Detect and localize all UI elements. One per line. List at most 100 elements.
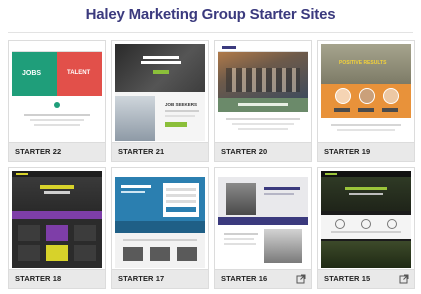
thumb-button <box>358 108 374 112</box>
thumb-hero-heading <box>141 61 181 64</box>
external-link-icon[interactable] <box>296 274 306 284</box>
starter-19-thumbnail[interactable]: POSITIVE RESULTS <box>321 44 411 141</box>
starter-15-thumbnail[interactable] <box>321 171 411 268</box>
thumb-hero-overlay <box>115 44 205 92</box>
card-label-bar: STARTER 22 <box>9 142 105 161</box>
thumb-band-text <box>238 103 288 106</box>
thumb-tile <box>74 225 96 241</box>
card-label: STARTER 19 <box>324 147 371 156</box>
thumb-tile <box>74 245 96 261</box>
card-label-bar: STARTER 16 <box>215 269 311 288</box>
thumb-form-field <box>166 200 196 203</box>
thumb-text-line <box>30 119 84 121</box>
thumb-button <box>382 108 398 112</box>
thumb-hero-text <box>121 185 151 188</box>
thumb-tile <box>46 225 68 241</box>
thumb-text-line <box>165 115 195 117</box>
thumb-hero-text <box>264 193 294 195</box>
page-title: Haley Marketing Group Starter Sites <box>85 6 336 23</box>
thumb-button <box>334 108 350 112</box>
thumb-text-line <box>34 124 80 126</box>
thumb-hero-text <box>40 185 74 189</box>
title-divider <box>8 32 413 33</box>
thumb-hero-people <box>226 68 300 92</box>
thumb-hero-text <box>44 191 70 194</box>
thumb-icon <box>361 219 371 229</box>
starter-card-22[interactable]: JOBS TALENT STARTER 22 <box>8 40 106 162</box>
thumb-tile <box>18 245 40 261</box>
card-label: STARTER 18 <box>15 274 62 283</box>
thumb-text-line <box>226 118 300 120</box>
starter-card-19[interactable]: POSITIVE RESULTS STARTER 19 <box>317 40 415 162</box>
thumb-text-line <box>238 128 288 130</box>
starter-16-thumbnail[interactable] <box>218 171 308 268</box>
thumb-form-field <box>166 194 196 197</box>
thumb-icon <box>335 219 345 229</box>
thumb-logo <box>16 173 28 175</box>
thumb-text-line <box>224 233 258 235</box>
thumb-hero-text <box>264 187 300 190</box>
thumb-person-3 <box>383 88 399 104</box>
starter-18-thumbnail[interactable] <box>12 171 102 268</box>
card-label: STARTER 22 <box>15 147 62 156</box>
thumb-text-line <box>123 239 197 241</box>
thumb-button <box>165 122 187 127</box>
thumb-nav-bar <box>12 44 102 52</box>
starter-17-thumbnail[interactable] <box>115 171 205 268</box>
thumb-hero-photo <box>226 183 256 215</box>
thumb-band <box>115 221 205 233</box>
thumb-icon-dot <box>54 102 60 108</box>
thumb-hero-text <box>349 193 383 195</box>
starter-sites-grid: JOBS TALENT STARTER 22 JOB SEEKERS START… <box>8 40 415 290</box>
thumb-text-line <box>331 231 401 233</box>
card-label: STARTER 15 <box>324 274 371 283</box>
thumb-hero-text <box>345 187 387 190</box>
thumb-photo <box>264 229 302 263</box>
starter-card-17[interactable]: STARTER 17 <box>111 167 209 289</box>
thumb-logo <box>222 46 236 49</box>
thumb-form-field <box>166 188 196 191</box>
starter-card-20[interactable]: STARTER 20 <box>214 40 312 162</box>
thumb-tile <box>46 245 68 261</box>
card-label-bar: STARTER 17 <box>112 269 208 288</box>
starter-card-18[interactable]: STARTER 18 <box>8 167 106 289</box>
thumb-hero-jobs: JOBS <box>22 70 42 77</box>
external-link-icon[interactable] <box>399 274 409 284</box>
thumb-hero-text <box>121 191 145 193</box>
thumb-photo <box>115 96 155 141</box>
starter-card-16[interactable]: STARTER 16 <box>214 167 312 289</box>
thumb-form-button <box>166 207 196 212</box>
starter-card-21[interactable]: JOB SEEKERS STARTER 21 <box>111 40 209 162</box>
starter-20-thumbnail[interactable] <box>218 44 308 141</box>
thumb-person-2 <box>359 88 375 104</box>
thumb-text-line <box>224 243 256 245</box>
thumb-bottom-photo <box>321 241 411 268</box>
thumb-hero-talent: TALENT <box>67 70 91 76</box>
starter-22-thumbnail[interactable]: JOBS TALENT <box>12 44 102 141</box>
thumb-band <box>218 217 308 225</box>
card-label-bar: STARTER 20 <box>215 142 311 161</box>
thumb-text-line <box>24 114 90 116</box>
thumb-tile <box>177 247 197 261</box>
card-label: STARTER 16 <box>221 274 268 283</box>
thumb-logo <box>325 173 337 175</box>
thumb-hero-heading <box>143 56 179 59</box>
thumb-text-line <box>165 110 199 112</box>
thumb-tile <box>123 247 143 261</box>
starter-card-15[interactable]: STARTER 15 <box>317 167 415 289</box>
card-label-bar: STARTER 15 <box>318 269 414 288</box>
thumb-hero-button <box>153 70 169 74</box>
thumb-tile <box>150 247 170 261</box>
card-label: STARTER 17 <box>118 274 165 283</box>
card-label-bar: STARTER 18 <box>9 269 105 288</box>
card-label-bar: STARTER 21 <box>112 142 208 161</box>
card-label: STARTER 20 <box>221 147 268 156</box>
thumb-text-line <box>224 238 254 240</box>
thumb-text-line <box>331 124 401 126</box>
thumb-tile <box>18 225 40 241</box>
card-label: STARTER 21 <box>118 147 165 156</box>
thumb-person-1 <box>335 88 351 104</box>
thumb-jobseekers-heading: JOB SEEKERS <box>165 102 198 107</box>
card-label-bar: STARTER 19 <box>318 142 414 161</box>
starter-21-thumbnail[interactable]: JOB SEEKERS <box>115 44 205 141</box>
